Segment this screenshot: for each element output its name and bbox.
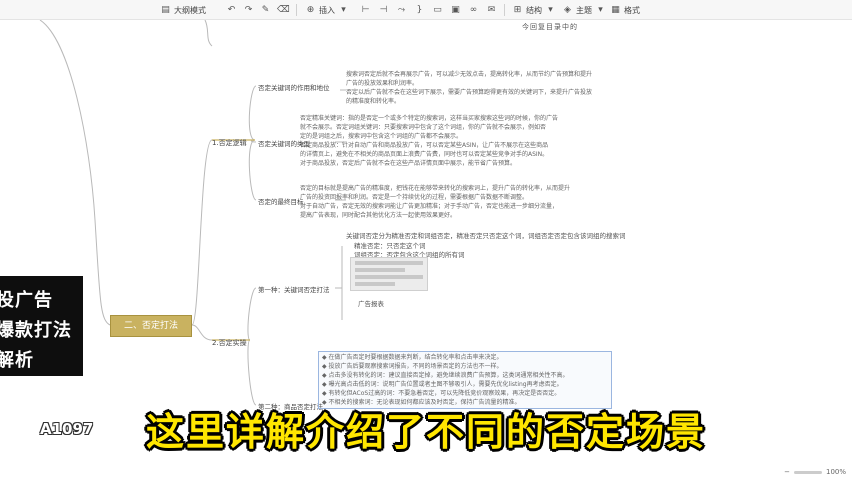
sibling-node-icon: ⊣ — [379, 4, 388, 15]
link-icon: ∞ — [469, 4, 478, 15]
note-icon: ✉ — [487, 4, 496, 15]
note-negation-role: 搜索词否定后就不会再展示广告，可以减少无效点击，提高转化率，从而节约广告预算和提… — [346, 71, 593, 105]
side-title-line-3: 解析 — [0, 350, 34, 371]
outline-mode-button[interactable]: ▤ 大纲模式 — [160, 2, 206, 18]
link-button[interactable]: ∞ — [468, 2, 479, 18]
insert-icon: ⊕ — [306, 4, 315, 15]
image-button[interactable]: ▣ — [450, 2, 461, 18]
branch-negation-logic[interactable]: 1.否定逻辑 — [212, 138, 247, 148]
structure-button[interactable]: ⊞ 结构 ▾ — [512, 2, 556, 18]
zoom-out-icon[interactable]: − — [784, 468, 790, 476]
redo-button[interactable]: ↷ — [243, 2, 254, 18]
topic-negation-role[interactable]: 否定关键词的作用和地位 — [258, 82, 330, 92]
structure-label: 结构 — [526, 5, 542, 15]
side-title-line-2: 爆款打法 — [0, 320, 72, 341]
video-subtitle: 这里详解介绍了不同的否定场景 — [145, 410, 706, 454]
toolbar: ▤ 大纲模式 ↶ ↷ ✎ ⌫ ⊕ 插入 ▾ ⊢ ⊣ ⤳ } ▭ ▣ ∞ ✉ ⊞ … — [0, 0, 852, 20]
style-button[interactable]: ▦ 格式 — [610, 2, 640, 18]
add-sibling-button[interactable]: ⊣ — [378, 2, 389, 18]
insert-label: 插入 — [319, 5, 335, 15]
style-label: 格式 — [624, 5, 640, 15]
child-node-icon: ⊢ — [361, 4, 370, 15]
summary-icon: } — [416, 4, 423, 15]
summary-button[interactable]: } — [414, 2, 425, 18]
zoom-level: 100% — [825, 468, 846, 476]
side-title-panel: 投广告 爆款打法 解析 — [0, 276, 83, 376]
central-topic[interactable]: 二、否定打法 — [110, 315, 192, 337]
side-title-line-1: 投广告 — [0, 290, 53, 311]
branch-negation-practice[interactable]: 2.否定实操 — [212, 338, 247, 348]
theme-icon: ◈ — [564, 4, 571, 15]
theme-label: 主题 — [576, 5, 592, 15]
topic-keyword-negation[interactable]: 第一种：关键词否定打法 — [258, 284, 330, 294]
zoom-control[interactable]: − 100% — [784, 468, 846, 476]
chevron-down-icon: ▾ — [341, 4, 346, 15]
chevron-down-icon: ▾ — [598, 4, 603, 15]
outline-mode-label: 大纲模式 — [174, 5, 206, 15]
boundary-icon: ▭ — [433, 4, 442, 15]
zoom-slider[interactable] — [793, 470, 822, 474]
format-painter-icon: ✎ — [261, 4, 270, 15]
undo-button[interactable]: ↶ — [226, 2, 237, 18]
relation-button[interactable]: ⤳ — [396, 2, 407, 18]
outline-icon: ▤ — [161, 4, 170, 15]
bullet-keyword-negation: 关键词否定分为精准否定和词组否定，精准否定只否定这个词，词组否定否定包含该词组的… — [346, 232, 626, 240]
tag-ad-report: 广告报表 — [358, 300, 384, 308]
relation-icon: ⤳ — [397, 4, 406, 15]
chevron-down-icon: ▾ — [548, 4, 553, 15]
insert-button[interactable]: ⊕ 插入 ▾ — [305, 2, 349, 18]
clear-format-button[interactable]: ⌫ — [277, 2, 290, 18]
report-screenshot-thumbnail[interactable] — [350, 257, 428, 291]
note-negation-goal: 否定的目标就是提高广告的精准度，把钱花在能够带来转化的搜索词上，提升广告的转化率… — [300, 185, 571, 219]
theme-button[interactable]: ◈ 主题 ▾ — [562, 2, 606, 18]
undo-icon: ↶ — [227, 4, 236, 15]
structure-icon: ⊞ — [513, 4, 522, 15]
image-icon: ▣ — [451, 4, 460, 15]
redo-icon: ↷ — [244, 4, 253, 15]
boundary-button[interactable]: ▭ — [432, 2, 443, 18]
topic-negation-goal[interactable]: 否定的最终目标 — [258, 196, 304, 206]
note-negation-types: 否定精准关键词：指的是否定一个或多个特定的搜索词，这样当买家搜索这些词的时候，你… — [300, 115, 559, 167]
eraser-icon: ⌫ — [277, 4, 290, 15]
note-button[interactable]: ✉ — [486, 2, 497, 18]
add-child-button[interactable]: ⊢ — [360, 2, 371, 18]
style-icon: ▦ — [611, 4, 620, 15]
format-painter-button[interactable]: ✎ — [260, 2, 271, 18]
